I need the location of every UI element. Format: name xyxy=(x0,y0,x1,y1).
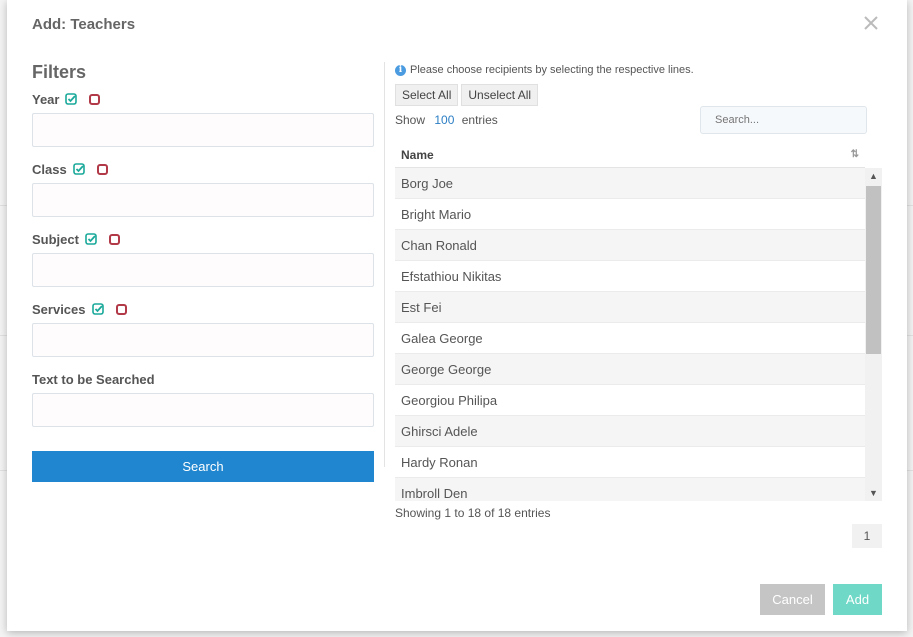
table-header[interactable]: Name ⇅ xyxy=(395,142,865,168)
field-label: Year xyxy=(32,91,60,107)
year-input[interactable] xyxy=(32,113,374,147)
sort-icon[interactable]: ⇅ xyxy=(851,149,859,160)
unselect-all-button[interactable]: Unselect All xyxy=(461,84,539,106)
field-label: Services xyxy=(32,301,86,317)
close-icon[interactable] xyxy=(863,15,883,35)
table-search-input[interactable] xyxy=(700,106,867,134)
table-row[interactable]: Est Fei xyxy=(395,292,865,323)
filter-class: Class xyxy=(32,159,374,217)
field-label: Text to be Searched xyxy=(32,371,155,387)
filter-year: Year xyxy=(32,89,374,147)
row-name: Borg Joe xyxy=(401,175,454,191)
table-row[interactable]: Efstathiou Nikitas xyxy=(395,261,865,292)
class-input[interactable] xyxy=(32,183,374,217)
row-name: Ghirsci Adele xyxy=(401,423,478,439)
table-rows: Borg Joe Bright Mario Chan Ronald Efstathio… xyxy=(395,168,865,501)
row-name: Galea George xyxy=(401,330,483,346)
table-row[interactable]: Georgiou Philipa xyxy=(395,385,865,416)
cancel-button[interactable]: Cancel xyxy=(760,584,825,615)
search-button[interactable]: Search xyxy=(32,451,374,482)
table-row[interactable]: George George xyxy=(395,354,865,385)
info-text: Please choose recipients by selecting th… xyxy=(410,64,694,76)
table-row[interactable]: Ghirsci Adele xyxy=(395,416,865,447)
row-name: Georgiou Philipa xyxy=(401,392,498,408)
table-row[interactable]: Imbroll Den xyxy=(395,478,865,501)
table-body: Borg Joe Bright Mario Chan Ronald Efstathio… xyxy=(395,168,882,501)
check-icon[interactable] xyxy=(72,163,85,175)
add-teachers-modal: Add: Teachers Filters Year Class Subject… xyxy=(7,0,907,631)
filter-services: Services xyxy=(32,299,374,357)
uncheck-icon[interactable] xyxy=(115,303,127,315)
chevron-up-icon[interactable]: ▲ xyxy=(865,168,882,184)
recipients-panel: i Please choose recipients by selecting … xyxy=(395,62,882,548)
filters-panel: Filters Year Class Subject Services Text… xyxy=(32,62,374,482)
uncheck-icon[interactable] xyxy=(89,93,101,105)
row-name: Chan Ronald xyxy=(401,237,477,253)
uncheck-icon[interactable] xyxy=(96,163,108,175)
table-row[interactable]: Hardy Ronan xyxy=(395,447,865,478)
check-icon[interactable] xyxy=(65,93,78,105)
info-message: i Please choose recipients by selecting … xyxy=(395,62,881,78)
pagination-page[interactable]: 1 xyxy=(852,524,882,548)
entries-length: Show 100 entries xyxy=(395,113,498,127)
modal-title: Add: Teachers xyxy=(32,16,136,33)
table-row[interactable]: Chan Ronald xyxy=(395,230,865,261)
column-header-name[interactable]: Name xyxy=(401,148,434,162)
subject-input[interactable] xyxy=(32,253,374,287)
field-label: Class xyxy=(32,161,67,177)
filter-text: Text to be Searched xyxy=(32,369,374,427)
entries-count-select[interactable]: 100 xyxy=(434,113,454,127)
field-label: Subject xyxy=(32,231,79,247)
scroll-thumb[interactable] xyxy=(866,186,881,354)
filters-title: Filters xyxy=(32,62,87,82)
row-name: Est Fei xyxy=(401,299,442,315)
panel-divider xyxy=(384,62,385,467)
services-input[interactable] xyxy=(32,323,374,357)
table-row[interactable]: Bright Mario xyxy=(395,199,865,230)
row-name: George George xyxy=(401,361,492,377)
select-all-button[interactable]: Select All xyxy=(395,84,459,106)
table-row[interactable]: Galea George xyxy=(395,323,865,354)
add-button[interactable]: Add xyxy=(833,584,882,615)
text-search-input[interactable] xyxy=(32,393,374,427)
filter-subject: Subject xyxy=(32,229,374,287)
row-name: Hardy Ronan xyxy=(401,454,478,470)
scrollbar[interactable]: ▲ ▼ xyxy=(865,168,882,501)
table-row[interactable]: Borg Joe xyxy=(395,168,865,199)
row-name: Bright Mario xyxy=(401,206,472,222)
info-icon: i xyxy=(395,64,406,76)
row-name: Efstathiou Nikitas xyxy=(401,268,502,284)
row-name: Imbroll Den xyxy=(401,485,468,501)
table-info: Showing 1 to 18 of 18 entries xyxy=(395,506,551,520)
entries-label: entries xyxy=(461,113,498,127)
check-icon[interactable] xyxy=(85,233,97,245)
chevron-down-icon[interactable]: ▼ xyxy=(865,485,882,501)
uncheck-icon[interactable] xyxy=(108,233,120,245)
check-icon[interactable] xyxy=(91,303,104,315)
show-label: Show xyxy=(395,113,426,127)
